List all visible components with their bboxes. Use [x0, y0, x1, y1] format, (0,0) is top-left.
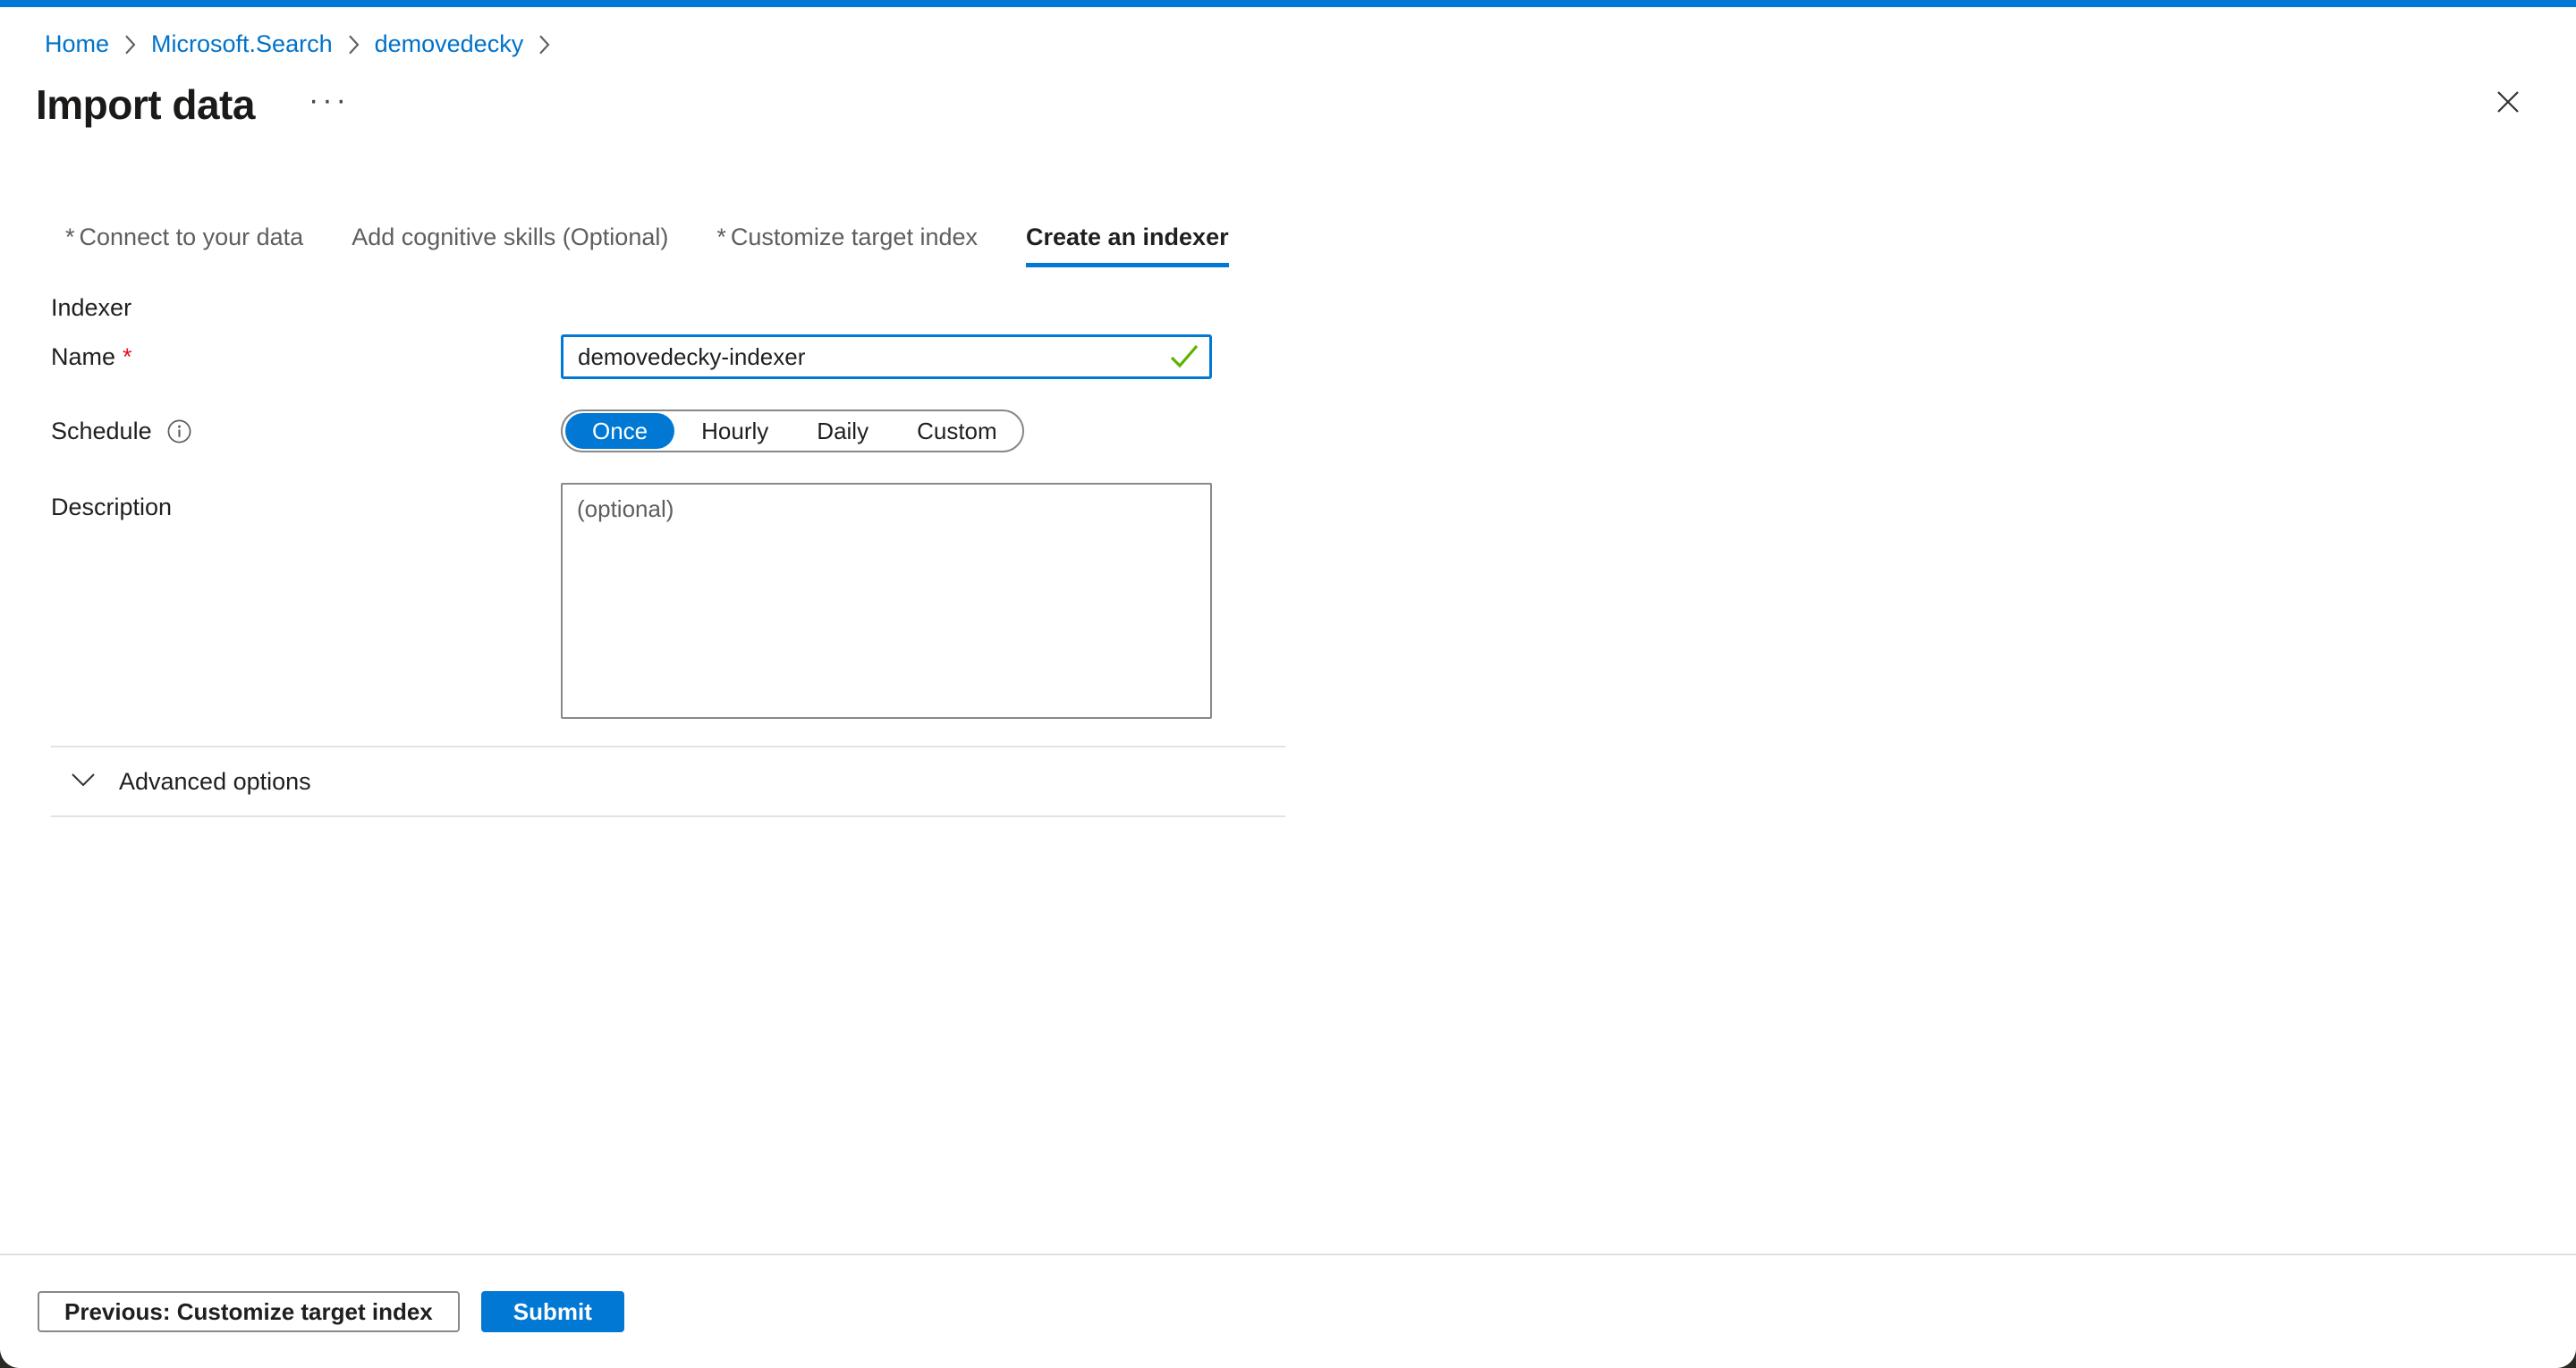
name-row: Name * [0, 334, 2576, 379]
more-actions-icon[interactable]: ··· [305, 86, 353, 114]
name-input-wrap [561, 334, 1212, 379]
top-accent-bar [0, 0, 2576, 7]
tab-label: Create an indexer [1026, 224, 1229, 250]
advanced-options-section: Advanced options [51, 746, 1285, 817]
name-input[interactable] [561, 334, 1212, 379]
breadcrumb: Home Microsoft.Search demovedecky [45, 29, 2576, 59]
schedule-segmented-control: Once Hourly Daily Custom [561, 410, 1024, 452]
indexer-form: Indexer Name * Schedule [0, 292, 2576, 817]
required-marker: * [123, 343, 132, 371]
close-button[interactable] [2490, 86, 2526, 122]
tab-add-cognitive-skills[interactable]: Add cognitive skills (Optional) [352, 224, 668, 267]
import-data-panel: Home Microsoft.Search demovedecky Import… [0, 0, 2576, 1368]
schedule-row: Schedule Once Hourly Daily Custom [0, 410, 2576, 452]
page-title: Import data [36, 80, 255, 129]
advanced-options-toggle[interactable]: Advanced options [71, 765, 1285, 798]
tab-label: Customize target index [731, 224, 978, 250]
required-marker: * [65, 224, 75, 250]
wizard-tabs: *Connect to your data Add cognitive skil… [65, 224, 2576, 267]
tab-label: Add cognitive skills (Optional) [352, 224, 668, 250]
advanced-options-label: Advanced options [119, 768, 311, 796]
breadcrumb-link-service[interactable]: Microsoft.Search [151, 30, 333, 58]
breadcrumb-link-resource[interactable]: demovedecky [375, 30, 524, 58]
previous-button[interactable]: Previous: Customize target index [38, 1291, 460, 1332]
close-icon [2495, 89, 2521, 120]
title-row: Import data ··· [36, 79, 2576, 131]
description-textarea[interactable] [561, 483, 1212, 719]
chevron-right-icon [538, 34, 551, 55]
chevron-right-icon [347, 34, 360, 55]
footer-buttons: Previous: Customize target index Submit [38, 1291, 2576, 1332]
tab-label: Connect to your data [80, 224, 304, 250]
tab-create-an-indexer[interactable]: Create an indexer [1026, 224, 1229, 267]
tab-customize-target-index[interactable]: *Customize target index [716, 224, 978, 267]
tab-connect-to-your-data[interactable]: *Connect to your data [65, 224, 303, 267]
chevron-down-icon [71, 772, 96, 792]
name-label: Name * [0, 343, 561, 371]
schedule-label: Schedule [0, 418, 561, 445]
section-heading: Indexer [51, 292, 2576, 323]
required-marker: * [716, 224, 726, 250]
footer-bar: Previous: Customize target index Submit [0, 1254, 2576, 1368]
info-icon[interactable] [166, 418, 192, 444]
valid-check-icon [1169, 343, 1199, 375]
schedule-option-hourly[interactable]: Hourly [677, 413, 792, 449]
schedule-option-once[interactable]: Once [565, 413, 674, 449]
breadcrumb-link-home[interactable]: Home [45, 30, 109, 58]
description-row: Description [0, 483, 2576, 719]
schedule-option-daily[interactable]: Daily [792, 413, 893, 449]
schedule-option-custom[interactable]: Custom [893, 413, 1021, 449]
submit-button[interactable]: Submit [481, 1291, 624, 1332]
chevron-right-icon [123, 34, 137, 55]
description-label: Description [0, 483, 561, 719]
